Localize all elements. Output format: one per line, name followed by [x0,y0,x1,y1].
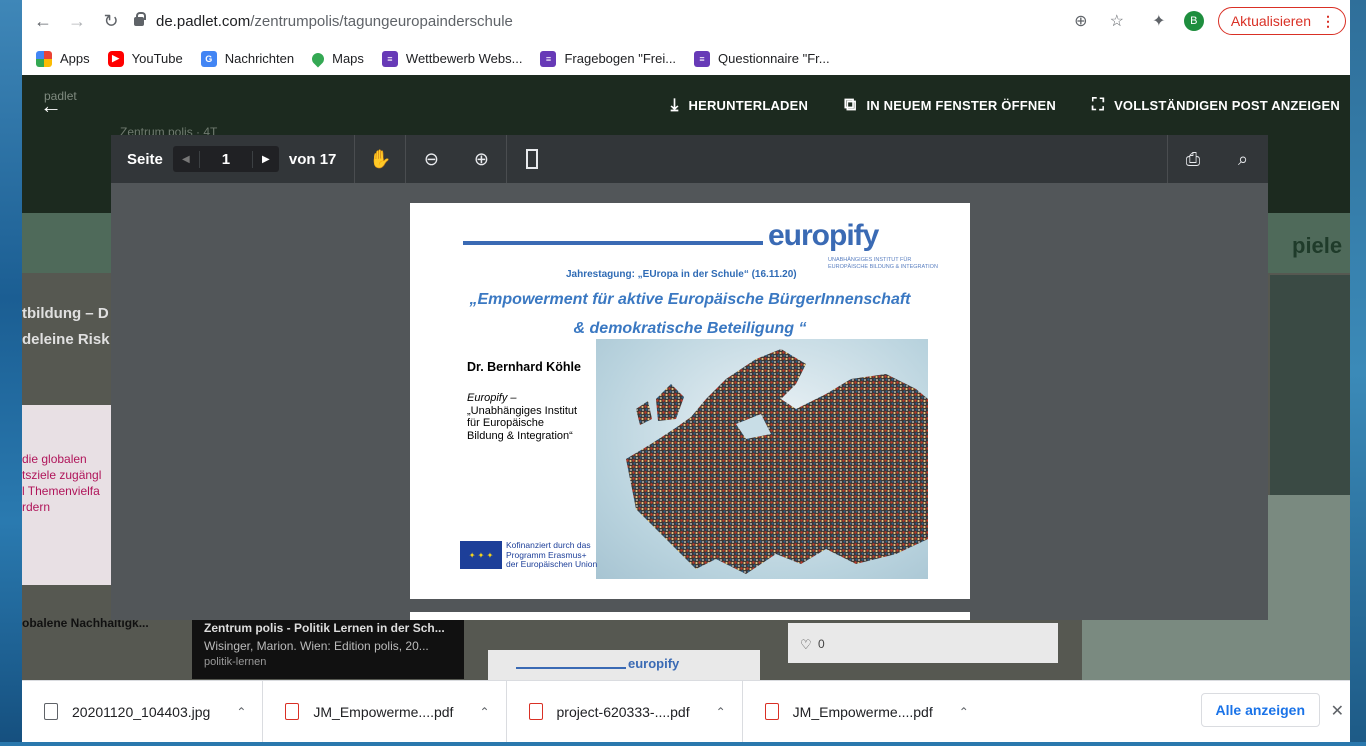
bookmark-news[interactable]: G Nachrichten [200,50,294,67]
download-item[interactable]: project-620333-....pdf ⌃ [507,680,743,743]
bg-card-text: die globalen tsziele zugängl l Themenvie… [22,452,102,514]
add-tab-circle-icon[interactable]: ⊕ [1070,10,1092,32]
europify-logo: europify [768,219,879,252]
heart-icon[interactable]: ♡ [800,637,812,653]
apps-grid-icon [36,50,52,67]
europe-crowd-map-image [596,339,928,579]
bg-image-right [1270,275,1350,495]
forms-icon: ≡ [540,50,557,67]
chevron-up-icon[interactable]: ⌃ [236,705,246,719]
pdf-toolbar: Seite ◀ 1 ▶ von 17 ✋ ⊖ ⊕ ⎙ ⌕ [111,135,1268,183]
download-button[interactable]: ⤓ HERUNTERLADEN [671,95,808,115]
chevron-up-icon[interactable]: ⌃ [716,705,726,719]
prev-page-icon[interactable]: ◀ [173,146,199,172]
eu-funding-text: Kofinanziert durch das Programm Erasmus+… [506,540,598,569]
download-item[interactable]: JM_Empowerme....pdf ⌃ [743,681,985,743]
bookmark-wettbewerb[interactable]: ≡ Wettbewerb Webs... [381,50,522,67]
pdf-next-page [410,612,970,620]
forms-icon: ≡ [381,50,398,67]
pdf-file-icon [285,703,300,720]
section-heading: piele [1292,233,1343,258]
external-link-icon: ⧉ [844,95,857,114]
bg-card-likes: ♡ 0 [788,623,1058,663]
profile-avatar[interactable]: B [1183,11,1204,31]
bookmarks-bar: Apps ▶ YouTube G Nachrichten Maps ≡ Wettbew… [22,42,1350,75]
forward-arrow-icon[interactable]: → [64,8,90,34]
update-button[interactable]: Aktualisieren ⋮ [1217,7,1346,35]
download-item[interactable]: 20201120_104403.jpg ⌃ [22,680,264,743]
pdf-page: europify UNABHÄNGIGES INSTITUT FÜR EUROP… [410,203,970,599]
download-icon: ⤓ [670,95,679,114]
address-bar[interactable]: de.padlet.com/zentrumpolis/tagungeuropai… [134,9,1174,33]
image-file-icon [44,703,58,720]
browser-chrome: ← → ↻ de.padlet.com/zentrumpolis/tagunge… [22,0,1350,75]
next-page-icon[interactable]: ▶ [253,146,279,172]
bookmark-fragebogen[interactable]: ≡ Fragebogen "Frei... [540,50,676,67]
toolbar: ← → ↻ de.padlet.com/zentrumpolis/tagunge… [22,0,1350,42]
bookmark-maps[interactable]: Maps [309,50,364,67]
maps-pin-icon [309,50,327,67]
open-new-window-button[interactable]: ⧉ IN NEUEM FENSTER ÖFFNEN [844,95,1056,115]
conference-line: Jahrestagung: „EUropa in der Schule“ (16… [566,269,797,280]
extensions-puzzle-icon[interactable]: ✦ [1148,10,1170,32]
reload-icon[interactable]: ↻ [98,8,124,34]
expand-icon: ⛶ [1091,95,1105,114]
back-arrow-icon[interactable]: ← [30,8,56,34]
browser-actions: ⊕ ☆ ✦ B Aktualisieren ⋮ [1070,7,1346,35]
downloads-bar: 20201120_104403.jpg ⌃ JM_Empowerme....pd… [22,680,1350,743]
slide-title-line-2: & demokratische Beteiligung “ [573,320,807,337]
bookmark-apps[interactable]: Apps [36,50,90,67]
news-icon: G [200,50,217,67]
slide-title-line-1: „Empowerment für aktive Europäische Bürg… [469,291,911,308]
pdf-viewer: Seite ◀ 1 ▶ von 17 ✋ ⊖ ⊕ ⎙ ⌕ europify UN… [111,135,1268,620]
search-icon[interactable]: ⌕ [1218,135,1268,183]
print-icon[interactable]: ⎙ [1168,135,1218,183]
pdf-file-icon [528,703,543,720]
close-icon[interactable]: ✕ [1331,701,1344,721]
chevron-up-icon[interactable]: ⌃ [959,705,969,719]
show-all-downloads-button[interactable]: Alle anzeigen [1200,693,1320,727]
lock-icon [134,11,146,26]
full-post-button[interactable]: ⛶ VOLLSTÄNDIGEN POST ANZEIGEN [1092,95,1340,115]
back-arrow-icon[interactable]: ← [40,93,62,119]
star-icon[interactable]: ☆ [1106,10,1128,32]
pdf-file-icon [764,703,779,720]
youtube-icon: ▶ [107,50,124,67]
download-item[interactable]: JM_Empowerme....pdf ⌃ [263,680,507,743]
bookmark-youtube[interactable]: ▶ YouTube [107,50,183,67]
post-overlay-bar: ← ⤓ HERUNTERLADEN ⧉ IN NEUEM FENSTER ÖFFNE… [22,75,1350,135]
url-text: de.padlet.com/zentrumpolis/tagungeuropai… [156,12,513,30]
bg-card-polis: Zentrum polis - Politik Lernen in der Sc… [192,615,464,679]
institute-text: Europify – „Unabhängiges Institut für Eu… [467,392,578,442]
page-number-input[interactable]: 1 [198,150,253,168]
eu-flag-icon: ✦ ✦ ✦ [460,541,502,569]
page-navigator: ◀ 1 ▶ [172,146,279,172]
desktop-background-bottom [0,742,1366,746]
logo-subtitle: UNABHÄNGIGES INSTITUT FÜR EUROPÄISCHE BI… [828,257,938,270]
more-vertical-icon: ⋮ [1321,12,1335,29]
bg-card-europify: europify [488,650,760,680]
page-count: von 17 [288,150,337,168]
fit-page-icon[interactable] [507,135,557,183]
bookmark-questionnaire[interactable]: ≡ Questionnaire "Fr... [694,50,830,67]
post-actions: ⤓ HERUNTERLADEN ⧉ IN NEUEM FENSTER ÖFFNEN … [671,95,1340,115]
forms-icon: ≡ [694,50,711,67]
bg-title-line: deleine Risk [22,331,110,348]
bg-card-left: die globalen tsziele zugängl l Themenvie… [22,405,112,585]
page-label: Seite [127,150,163,168]
hand-tool-icon[interactable]: ✋ [355,135,405,183]
zoom-in-icon[interactable]: ⊕ [456,135,506,183]
author-name: Dr. Bernhard Köhle [467,360,581,374]
desktop-background-left [0,0,22,746]
zoom-out-icon[interactable]: ⊖ [406,135,456,183]
header-rule [463,241,763,245]
chevron-up-icon[interactable]: ⌃ [479,705,489,719]
bg-title-line: tbildung – D [22,305,109,322]
